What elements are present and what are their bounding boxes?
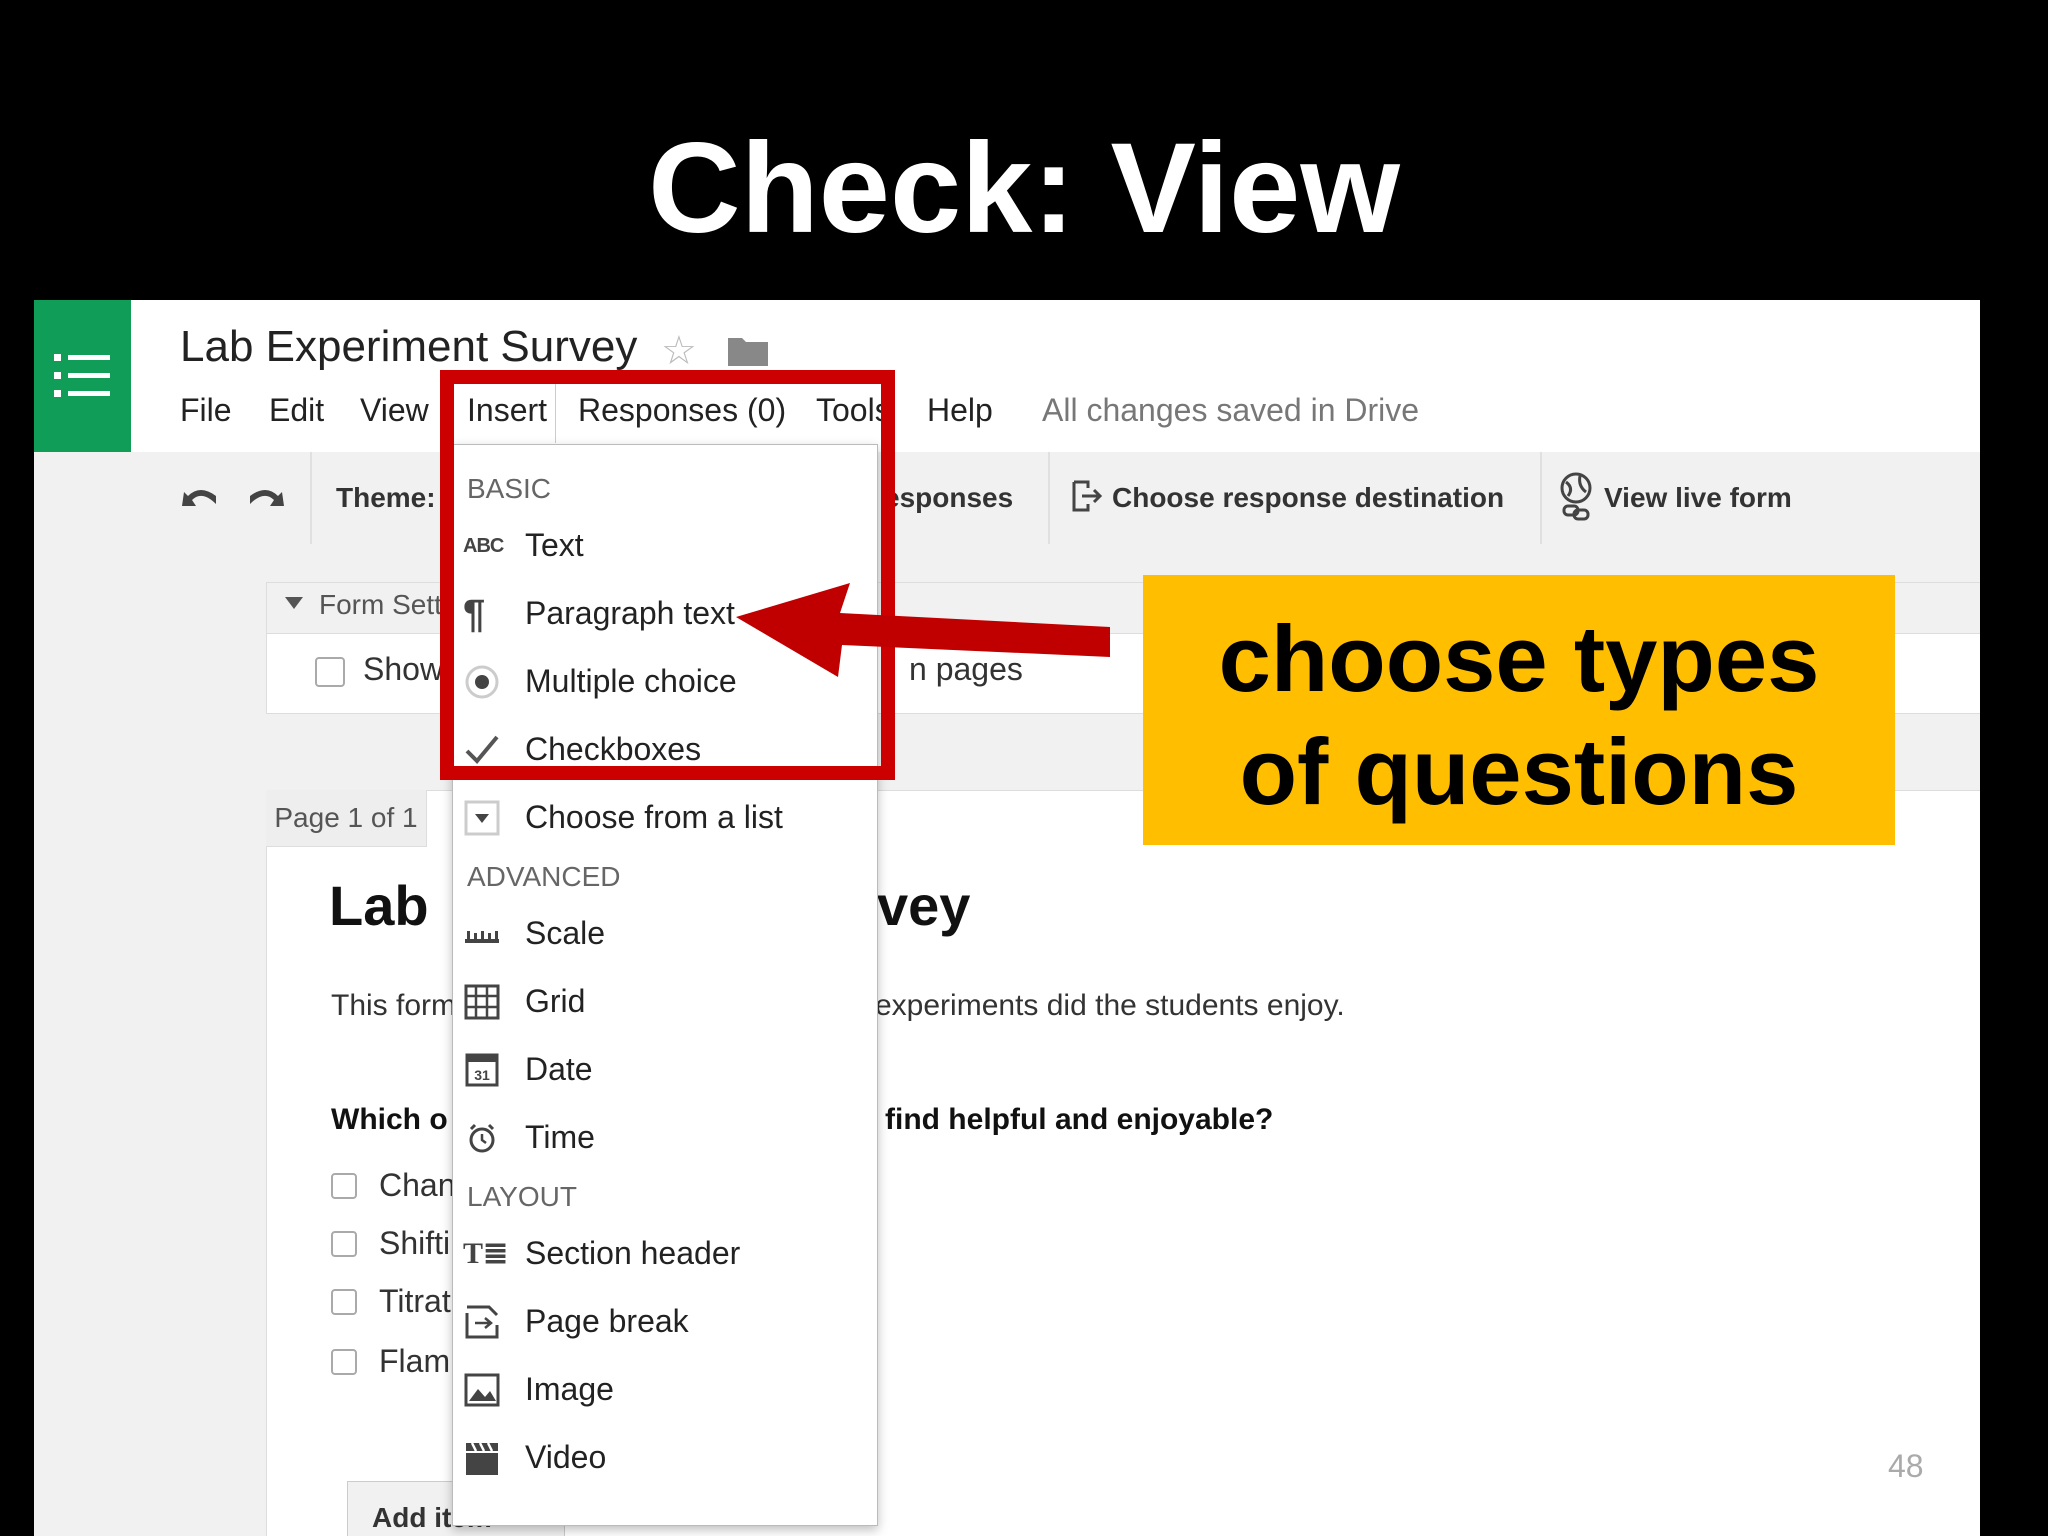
menu-help[interactable]: Help [927, 392, 993, 429]
collapse-triangle-icon [285, 597, 303, 609]
insert-scale-item[interactable]: Scale [453, 903, 877, 965]
forms-home-button[interactable] [34, 300, 131, 452]
option-label: Shifti [379, 1225, 451, 1261]
slide-title: Check: View [648, 117, 1400, 260]
option-label: Flam [379, 1343, 451, 1379]
section-header-icon: T≣ [463, 1237, 509, 1270]
view-live-form-button[interactable]: View live form [1604, 482, 1792, 514]
option-label: Chan [379, 1167, 456, 1203]
insert-date-item[interactable]: 31 Date [453, 1039, 877, 1101]
section-layout-label: LAYOUT [467, 1181, 577, 1212]
callout-text: choose types of questions [1143, 603, 1895, 829]
menu-view[interactable]: View [360, 392, 429, 429]
clock-icon [469, 1123, 495, 1153]
callout-box: choose types of questions [1143, 575, 1895, 845]
scale-icon [465, 931, 499, 943]
undo-icon[interactable] [182, 482, 220, 512]
insert-scale-label: Scale [525, 915, 606, 951]
callout-line-2: of questions [1239, 718, 1799, 824]
form-description-right[interactable]: experiments did the students enjoy. [875, 989, 1345, 1023]
annotation-arrow [736, 583, 1110, 677]
page-break-icon [465, 1305, 499, 1339]
question-title-right[interactable]: find helpful and enjoyable? [885, 1103, 1273, 1137]
menu-file[interactable]: File [180, 392, 232, 429]
redo-icon[interactable] [246, 482, 284, 512]
insert-video-item[interactable]: Video [453, 1427, 877, 1489]
insert-date-label: Date [525, 1051, 593, 1087]
insert-page-break-item[interactable]: Page break [453, 1291, 877, 1353]
question-title-left[interactable]: Which o [331, 1103, 448, 1137]
insert-image-item[interactable]: Image [453, 1359, 877, 1421]
choose-response-destination-button[interactable]: Choose response destination [1112, 482, 1504, 514]
document-title[interactable]: Lab Experiment Survey [180, 322, 637, 372]
show-progress-checkbox[interactable] [315, 657, 345, 687]
insert-section-header-item[interactable]: T≣ Section header [453, 1223, 877, 1285]
section-advanced-label: ADVANCED [467, 861, 621, 892]
slide-page-number: 48 [1888, 1448, 1924, 1484]
insert-page-break-label: Page break [525, 1303, 689, 1339]
forms-app-window: Lab Experiment Survey ☆ File Edit View I… [34, 300, 1980, 1536]
insert-time-item[interactable]: Time [453, 1107, 877, 1169]
calendar-icon: 31 [465, 1053, 499, 1087]
insert-time-label: Time [525, 1119, 595, 1155]
insert-image-label: Image [525, 1371, 614, 1407]
svg-text:31: 31 [474, 1067, 490, 1083]
globe-link-icon [1560, 472, 1592, 521]
insert-grid-label: Grid [525, 983, 586, 1019]
menu-edit[interactable]: Edit [269, 392, 324, 429]
option-label: Titrat [379, 1283, 451, 1319]
form-title-left[interactable]: Lab [329, 873, 429, 938]
option-checkbox[interactable] [331, 1349, 357, 1375]
toolbar-divider [310, 452, 312, 544]
save-status: All changes saved in Drive [1042, 392, 1420, 428]
list-menu-icon [54, 354, 110, 397]
insert-choose-from-list-label: Choose from a list [525, 799, 783, 835]
export-icon [1072, 480, 1103, 512]
form-settings-label: Form Sett [319, 589, 442, 620]
grid-icon [464, 984, 500, 1020]
toolbar-divider [1048, 452, 1050, 544]
show-progress-label: Show [363, 651, 444, 687]
option-checkbox[interactable] [331, 1173, 357, 1199]
toolbar-divider [1540, 452, 1542, 544]
option-checkbox[interactable] [331, 1231, 357, 1257]
folder-icon[interactable] [728, 334, 768, 366]
form-title-right[interactable]: vey [877, 873, 970, 938]
option-checkbox[interactable] [331, 1289, 357, 1315]
theme-label[interactable]: Theme: [336, 482, 436, 514]
dropdown-icon [464, 800, 500, 836]
callout-line-1: choose types [1218, 606, 1820, 711]
video-icon [466, 1442, 498, 1475]
image-icon [464, 1373, 500, 1407]
insert-choose-from-list-item[interactable]: Choose from a list [453, 787, 877, 849]
insert-section-header-label: Section header [525, 1235, 741, 1271]
toolbar: Theme: esponses Choose response destinat… [34, 452, 1980, 545]
star-icon[interactable]: ☆ [661, 328, 697, 374]
page-indicator-tab[interactable]: Page 1 of 1 [266, 790, 427, 847]
view-responses-button[interactable]: esponses [884, 482, 1013, 514]
insert-video-label: Video [525, 1439, 607, 1475]
form-description-left[interactable]: This form [331, 989, 456, 1023]
insert-grid-item[interactable]: Grid [453, 971, 877, 1033]
